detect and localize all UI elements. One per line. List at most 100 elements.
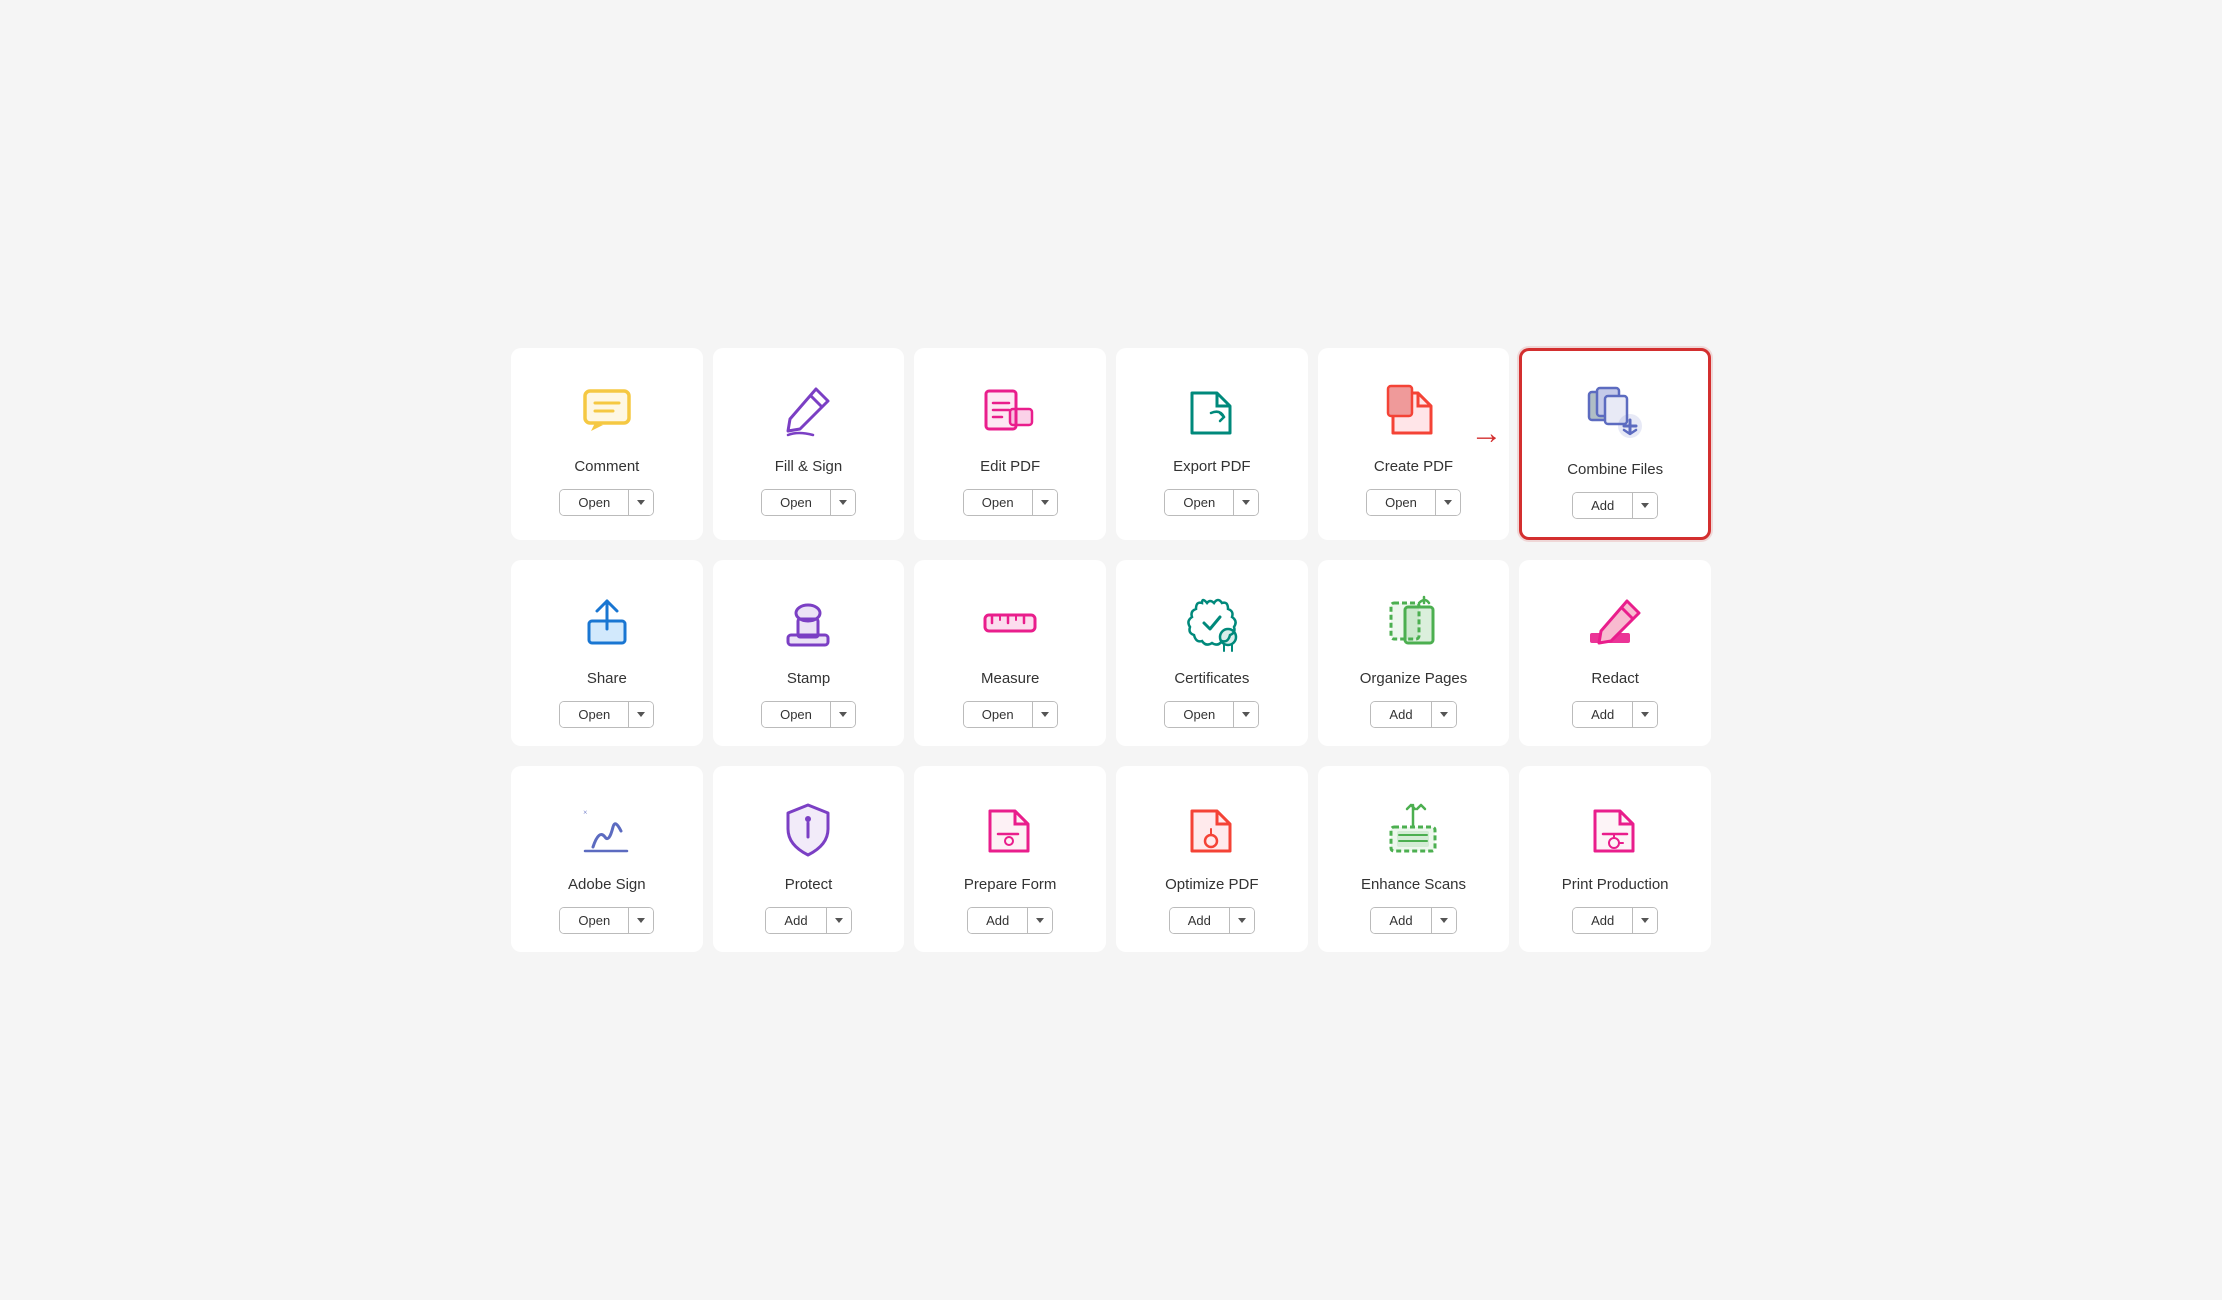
- comment-btn-group: Open: [559, 489, 654, 516]
- tool-card-optimize-pdf: Optimize PDF Add: [1116, 766, 1308, 952]
- create-pdf-icon: [1378, 376, 1448, 446]
- redact-btn-dropdown[interactable]: [1633, 702, 1657, 727]
- chevron-down-icon: [1036, 918, 1044, 923]
- optimize-pdf-btn-group: Add: [1169, 907, 1255, 934]
- edit-pdf-btn-main[interactable]: Open: [964, 490, 1033, 515]
- tool-card-certificates: CertificatesOpen: [1116, 560, 1308, 746]
- optimize-pdf-btn-dropdown[interactable]: [1230, 908, 1254, 933]
- export-pdf-btn-dropdown[interactable]: [1234, 490, 1258, 515]
- combine-files-icon: [1580, 379, 1650, 449]
- stamp-btn-group: Open: [761, 701, 856, 728]
- adobe-sign-icon: ×: [572, 794, 642, 864]
- organize-pages-btn-main[interactable]: Add: [1371, 702, 1431, 727]
- protect-label: Protect: [785, 876, 833, 893]
- redact-label: Redact: [1591, 670, 1639, 687]
- enhance-scans-btn-main[interactable]: Add: [1371, 908, 1431, 933]
- enhance-scans-label: Enhance Scans: [1361, 876, 1466, 893]
- comment-btn-dropdown[interactable]: [629, 490, 653, 515]
- measure-btn-dropdown[interactable]: [1033, 702, 1057, 727]
- redact-btn-main[interactable]: Add: [1573, 702, 1633, 727]
- comment-icon: [572, 376, 642, 446]
- enhance-scans-btn-dropdown[interactable]: [1432, 908, 1456, 933]
- chevron-down-icon: [1444, 500, 1452, 505]
- tools-grid: CommentOpen Fill & SignOpen Edit PDFOpen…: [511, 348, 1711, 952]
- optimize-pdf-icon: [1177, 794, 1247, 864]
- fill-sign-icon: [773, 376, 843, 446]
- fill-sign-btn-group: Open: [761, 489, 856, 516]
- chevron-down-icon: [1440, 712, 1448, 717]
- enhance-scans-icon: [1378, 794, 1448, 864]
- chevron-down-icon: [839, 500, 847, 505]
- fill-sign-btn-main[interactable]: Open: [762, 490, 831, 515]
- protect-icon: [773, 794, 843, 864]
- stamp-btn-dropdown[interactable]: [831, 702, 855, 727]
- chevron-down-icon: [1641, 712, 1649, 717]
- comment-btn-main[interactable]: Open: [560, 490, 629, 515]
- print-production-label: Print Production: [1562, 876, 1669, 893]
- share-label: Share: [587, 670, 627, 687]
- tool-card-organize-pages: Organize PagesAdd: [1318, 560, 1510, 746]
- tool-card-enhance-scans: Enhance Scans Add: [1318, 766, 1510, 952]
- print-production-icon: [1580, 794, 1650, 864]
- create-pdf-btn-group: Open: [1366, 489, 1461, 516]
- tool-card-adobe-sign: × Adobe SignOpen: [511, 766, 703, 952]
- chevron-down-icon: [1242, 712, 1250, 717]
- organize-pages-icon: [1378, 588, 1448, 658]
- certificates-btn-main[interactable]: Open: [1165, 702, 1234, 727]
- stamp-icon: [773, 588, 843, 658]
- tool-card-protect: Protect Add: [713, 766, 905, 952]
- protect-btn-main[interactable]: Add: [766, 908, 826, 933]
- optimize-pdf-btn-main[interactable]: Add: [1170, 908, 1230, 933]
- certificates-icon: [1177, 588, 1247, 658]
- adobe-sign-btn-dropdown[interactable]: [629, 908, 653, 933]
- prepare-form-label: Prepare Form: [964, 876, 1057, 893]
- tool-card-redact: Redact Add: [1519, 560, 1711, 746]
- tool-card-edit-pdf: Edit PDFOpen: [914, 348, 1106, 540]
- tool-card-share: Share Open: [511, 560, 703, 746]
- prepare-form-btn-group: Add: [967, 907, 1053, 934]
- edit-pdf-btn-dropdown[interactable]: [1033, 490, 1057, 515]
- share-btn-main[interactable]: Open: [560, 702, 629, 727]
- fill-sign-btn-dropdown[interactable]: [831, 490, 855, 515]
- share-btn-dropdown[interactable]: [629, 702, 653, 727]
- chevron-down-icon: [1242, 500, 1250, 505]
- combine-files-label: Combine Files: [1567, 461, 1663, 478]
- print-production-btn-main[interactable]: Add: [1573, 908, 1633, 933]
- combine-files-btn-main[interactable]: Add: [1573, 493, 1633, 518]
- combine-files-btn-group: Add: [1572, 492, 1658, 519]
- redact-btn-group: Add: [1572, 701, 1658, 728]
- export-pdf-btn-main[interactable]: Open: [1165, 490, 1234, 515]
- create-pdf-label: Create PDF: [1374, 458, 1453, 475]
- tool-card-export-pdf: Export PDF Open: [1116, 348, 1308, 540]
- protect-btn-dropdown[interactable]: [827, 908, 851, 933]
- create-pdf-btn-main[interactable]: Open: [1367, 490, 1436, 515]
- prepare-form-btn-main[interactable]: Add: [968, 908, 1028, 933]
- chevron-down-icon: [637, 918, 645, 923]
- combine-files-btn-dropdown[interactable]: [1633, 493, 1657, 518]
- tool-card-comment: CommentOpen: [511, 348, 703, 540]
- tool-card-combine-files: → Combine FilesAdd: [1519, 348, 1711, 540]
- create-pdf-btn-dropdown[interactable]: [1436, 490, 1460, 515]
- certificates-btn-group: Open: [1164, 701, 1259, 728]
- adobe-sign-btn-group: Open: [559, 907, 654, 934]
- prepare-form-btn-dropdown[interactable]: [1028, 908, 1052, 933]
- measure-btn-main[interactable]: Open: [964, 702, 1033, 727]
- organize-pages-btn-group: Add: [1370, 701, 1456, 728]
- chevron-down-icon: [637, 712, 645, 717]
- optimize-pdf-label: Optimize PDF: [1165, 876, 1258, 893]
- adobe-sign-btn-main[interactable]: Open: [560, 908, 629, 933]
- export-pdf-label: Export PDF: [1173, 458, 1251, 475]
- edit-pdf-icon: [975, 376, 1045, 446]
- print-production-btn-group: Add: [1572, 907, 1658, 934]
- stamp-label: Stamp: [787, 670, 830, 687]
- certificates-btn-dropdown[interactable]: [1234, 702, 1258, 727]
- redact-icon: [1580, 588, 1650, 658]
- stamp-btn-main[interactable]: Open: [762, 702, 831, 727]
- organize-pages-btn-dropdown[interactable]: [1432, 702, 1456, 727]
- chevron-down-icon: [1641, 503, 1649, 508]
- measure-icon: [975, 588, 1045, 658]
- print-production-btn-dropdown[interactable]: [1633, 908, 1657, 933]
- chevron-down-icon: [1238, 918, 1246, 923]
- chevron-down-icon: [835, 918, 843, 923]
- chevron-down-icon: [1440, 918, 1448, 923]
